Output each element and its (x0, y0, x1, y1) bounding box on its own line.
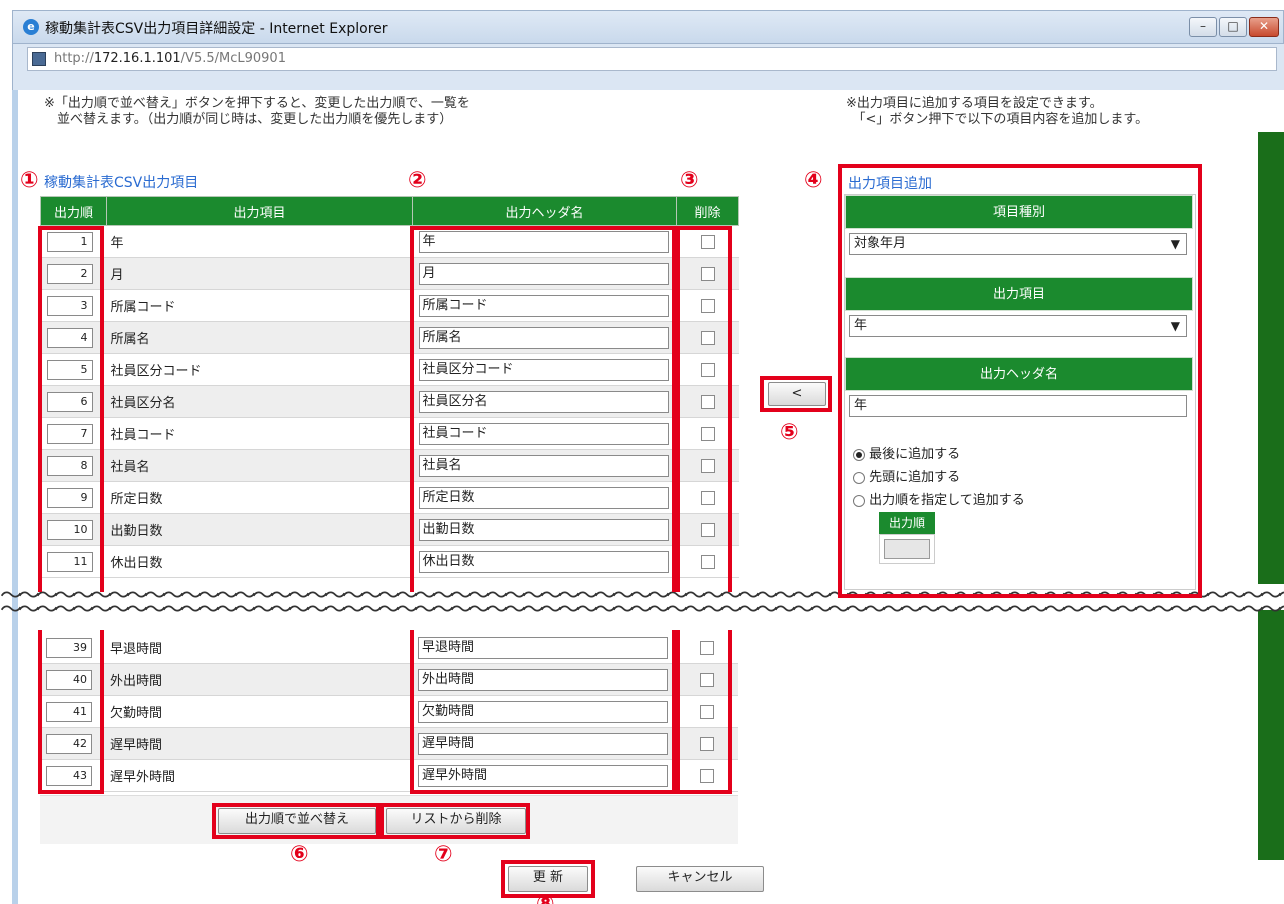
highlight-remove-button (380, 803, 530, 839)
maximize-button[interactable]: □ (1219, 17, 1247, 37)
column-header-order: 出力順 (40, 196, 107, 226)
item-cell: 遅早時間 (106, 727, 412, 760)
url-prefix: http:// (54, 51, 94, 66)
item-cell: 月 (106, 257, 413, 290)
radio-unselected-icon[interactable] (853, 471, 865, 484)
radio-append-last-label: 最後に追加する (869, 447, 961, 462)
left-window-edge (12, 90, 18, 904)
item-cell: 社員名 (106, 449, 413, 482)
marker-5: ⑤ (780, 420, 799, 445)
marker-7: ⑦ (434, 842, 453, 867)
window-titlebar: e 稼動集計表CSV出力項目詳細設定 - Internet Explorer –… (12, 10, 1284, 44)
radio-append-first[interactable]: 先頭に追加する (853, 466, 1195, 485)
url-host: 172.16.1.101 (93, 51, 181, 66)
highlight-delete-column-bottom (676, 630, 732, 794)
marker-2: ② (408, 168, 427, 193)
item-type-header: 項目種別 (845, 195, 1193, 229)
radio-append-at-order-label: 出力順を指定して追加する (869, 493, 1025, 508)
url-path: /V5.5/McL90901 (180, 51, 286, 66)
address-bar: http://172.16.1.101/V5.5/McL90901 (12, 44, 1284, 90)
radio-unselected-icon[interactable] (853, 494, 865, 507)
add-panel: 項目種別 対象年月 ▼ 出力項目 年 ▼ 出力ヘッダ名 年 最後に追加する 先頭に追… (844, 194, 1196, 590)
cancel-button[interactable]: キャンセル (636, 866, 764, 892)
highlight-order-column-bottom (38, 630, 104, 794)
window-title: 稼動集計表CSV出力項目詳細設定 - Internet Explorer (45, 21, 388, 37)
item-type-select[interactable]: 対象年月 ▼ (849, 233, 1187, 255)
highlight-header-column-bottom (410, 630, 676, 794)
column-header-header-name: 出力ヘッダ名 (412, 196, 677, 226)
item-cell: 休出日数 (106, 545, 413, 578)
insert-order-box: 出力順 (879, 512, 935, 564)
item-cell: 年 (106, 225, 413, 258)
url-field[interactable]: http://172.16.1.101/V5.5/McL90901 (27, 47, 1277, 71)
highlight-add-button (760, 376, 832, 412)
marker-3: ③ (680, 168, 699, 193)
item-cell: 早退時間 (106, 632, 412, 664)
item-cell: 遅早外時間 (106, 759, 412, 792)
chevron-down-icon: ▼ (1170, 237, 1180, 251)
header-name-header: 出力ヘッダ名 (845, 357, 1193, 391)
output-item-value: 年 (854, 318, 868, 333)
header-name-input[interactable]: 年 (849, 395, 1187, 417)
item-cell: 出勤日数 (106, 513, 413, 546)
item-type-value: 対象年月 (854, 236, 907, 251)
column-header-item: 出力項目 (106, 196, 413, 226)
marker-1: ① (20, 168, 39, 193)
item-cell: 所属名 (106, 321, 413, 354)
marker-8: ⑧ (536, 894, 555, 904)
close-button[interactable]: ✕ (1249, 17, 1279, 37)
sort-instruction-note: ※「出力順で並べ替え」ボタンを押下すると、変更した出力順で、一覧を 並べ替えます… (44, 96, 470, 127)
right-scroll-bar-bottom[interactable] (1258, 610, 1284, 860)
add-instruction-note: ※出力項目に追加する項目を設定できます。 「<」ボタン押下で以下の項目内容を追加… (846, 96, 1149, 127)
highlight-sort-button (212, 803, 380, 839)
radio-selected-icon[interactable] (853, 448, 865, 461)
item-cell: 所定日数 (106, 481, 413, 514)
minimize-button[interactable]: – (1189, 17, 1217, 37)
right-scroll-bar-top[interactable] (1258, 132, 1284, 584)
output-item-header: 出力項目 (845, 277, 1193, 311)
item-cell: 社員コード (106, 417, 413, 450)
highlight-update-button (501, 860, 595, 898)
highlight-order-column-top (38, 226, 104, 592)
highlight-header-column-top (410, 226, 676, 592)
output-items-section-title: 稼動集計表CSV出力項目 (44, 175, 199, 191)
radio-append-last[interactable]: 最後に追加する (853, 443, 1195, 462)
highlight-delete-column-top (676, 226, 732, 592)
marker-6: ⑥ (290, 842, 309, 867)
item-cell: 所属コード (106, 289, 413, 322)
column-header-delete: 削除 (676, 196, 739, 226)
item-cell: 社員区分コード (106, 353, 413, 386)
radio-append-first-label: 先頭に追加する (869, 470, 961, 485)
item-cell: 外出時間 (106, 663, 412, 696)
output-item-select[interactable]: 年 ▼ (849, 315, 1187, 337)
insert-order-input[interactable] (884, 539, 930, 559)
radio-append-at-order[interactable]: 出力順を指定して追加する (853, 489, 1195, 508)
insert-order-header: 出力順 (879, 512, 935, 534)
omission-break-line-lower: 〜〜〜〜〜〜〜〜〜〜〜〜〜〜〜〜〜〜〜〜〜〜〜〜〜〜〜〜〜〜〜〜〜〜〜〜〜〜〜〜… (0, 598, 1284, 619)
item-cell: 欠勤時間 (106, 695, 412, 728)
item-cell: 社員区分名 (106, 385, 413, 418)
chevron-down-icon: ▼ (1170, 319, 1180, 333)
marker-4: ④ (804, 168, 823, 193)
url-text: http://172.16.1.101/V5.5/McL90901 (54, 51, 286, 66)
add-panel-section-title: 出力項目追加 (848, 176, 932, 192)
page-favicon-icon (32, 52, 46, 66)
internet-explorer-icon: e (23, 19, 39, 35)
